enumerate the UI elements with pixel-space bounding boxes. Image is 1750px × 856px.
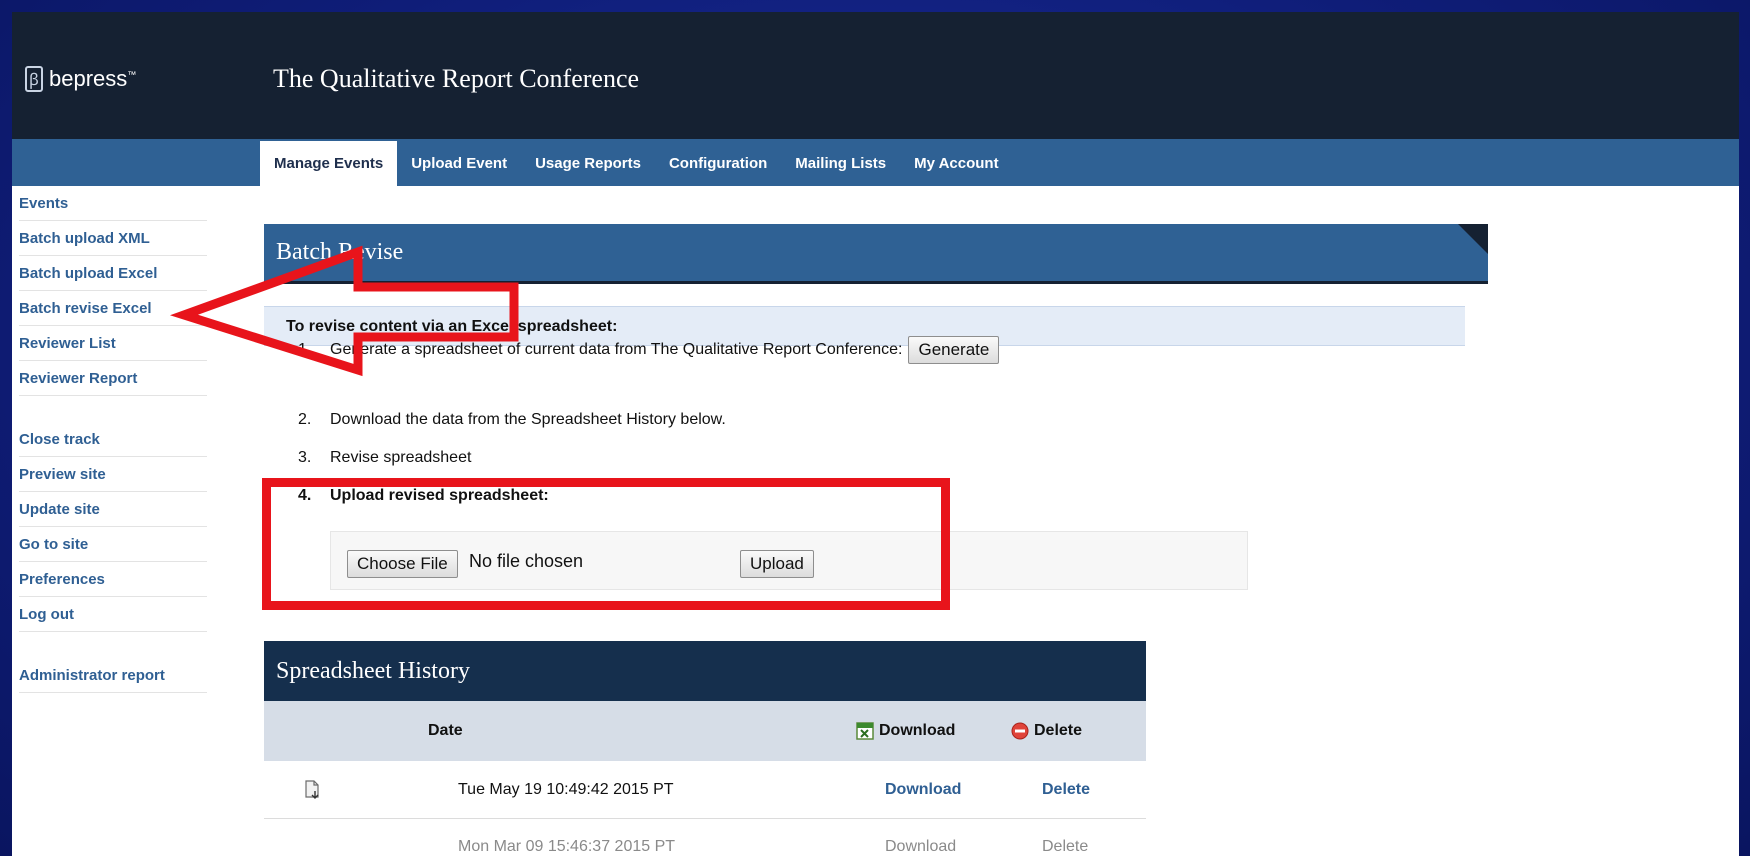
annotation-arrow-icon	[169, 245, 519, 377]
app-window: ꞵ bepress™ The Qualitative Report Confer…	[12, 12, 1739, 856]
